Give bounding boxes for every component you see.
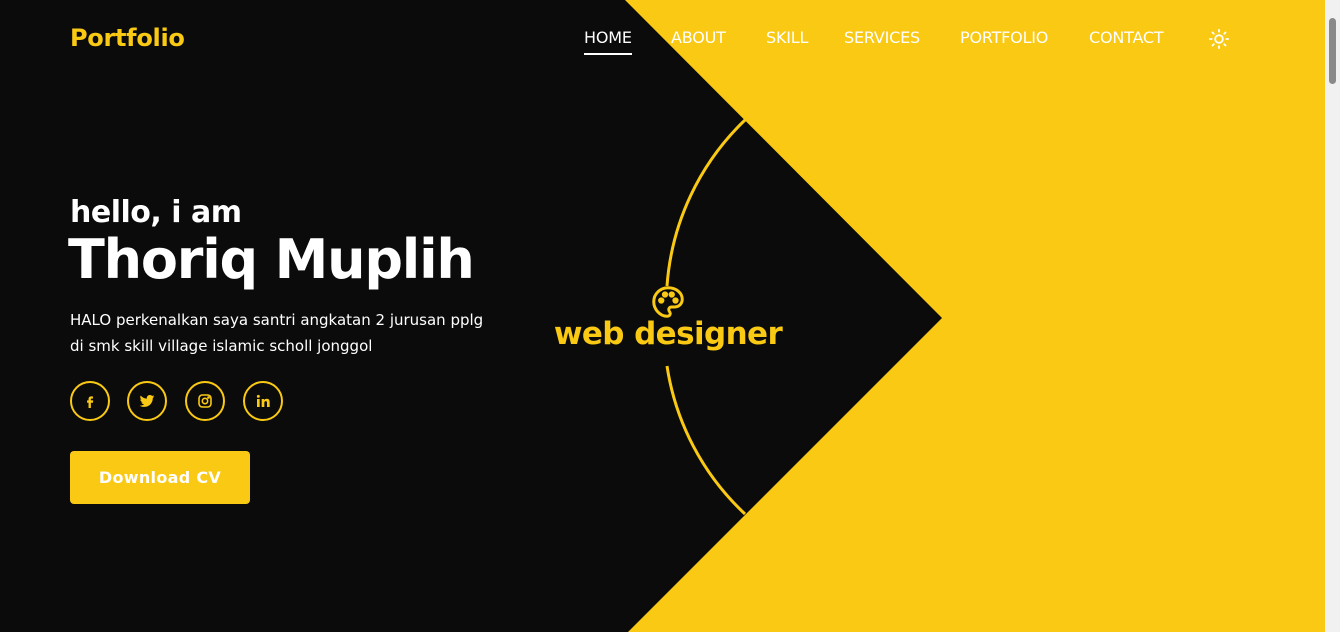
main-nav: HOME ABOUT SKILL SERVICES PORTFOLIO CONT… xyxy=(0,28,1325,62)
scrollbar-thumb[interactable] xyxy=(1329,18,1336,84)
nav-about[interactable]: ABOUT xyxy=(671,28,726,53)
bio-line-2: di smk skill village islamic scholl jong… xyxy=(70,337,373,355)
palette-icon xyxy=(650,284,686,320)
nav-contact[interactable]: CONTACT xyxy=(1089,28,1164,53)
decorative-arc-lower xyxy=(665,365,747,516)
facebook-icon[interactable] xyxy=(70,381,110,421)
instagram-icon[interactable] xyxy=(185,381,225,421)
hero-name: Thoriq Muplih xyxy=(68,228,475,291)
twitter-icon[interactable] xyxy=(127,381,167,421)
sun-icon[interactable] xyxy=(1208,28,1230,50)
hero-greeting: hello, i am xyxy=(70,195,242,230)
hero-bio: HALO perkenalkan saya santri angkatan 2 … xyxy=(70,307,530,359)
page: Portfolio HOME ABOUT SKILL SERVICES PORT… xyxy=(0,0,1325,632)
decorative-arc xyxy=(665,118,747,287)
bio-line-1: HALO perkenalkan saya santri angkatan 2 … xyxy=(70,311,484,329)
download-cv-button[interactable]: Download CV xyxy=(70,451,250,504)
nav-skill[interactable]: SKILL xyxy=(766,28,808,53)
nav-home[interactable]: HOME xyxy=(584,28,632,55)
nav-services[interactable]: SERVICES xyxy=(844,28,920,53)
linkedin-icon[interactable] xyxy=(243,381,283,421)
nav-portfolio[interactable]: PORTFOLIO xyxy=(960,28,1048,53)
page-scrollbar[interactable] xyxy=(1325,0,1340,632)
role-title: web designer xyxy=(553,316,783,352)
